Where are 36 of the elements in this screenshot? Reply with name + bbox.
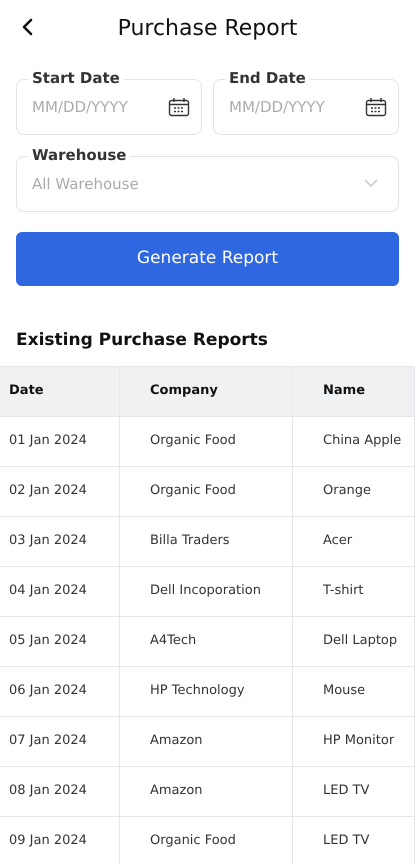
table-cell: Dell Incoporation	[120, 566, 293, 616]
table-cell: Organic Food	[120, 466, 293, 516]
table-cell: China Apple	[293, 416, 415, 466]
table-cell: 02 Jan 2024	[0, 466, 120, 516]
column-header: Date	[0, 366, 120, 416]
table-cell: LED TV	[293, 766, 415, 816]
table-cell: Organic Food	[120, 416, 293, 466]
table-cell: HP Technology	[120, 666, 293, 716]
table-cell: A4Tech	[120, 616, 293, 666]
table-cell: Amazon	[120, 766, 293, 816]
chevron-down-icon	[364, 179, 378, 188]
table-cell: 06 Jan 2024	[0, 666, 120, 716]
section-title: Existing Purchase Reports	[15, 329, 269, 352]
table-cell: Orange	[293, 466, 415, 516]
calendar-icon[interactable]	[365, 97, 387, 117]
table-cell: Organic Food	[120, 816, 293, 865]
table-cell: LED TV	[293, 816, 415, 865]
table-cell: Mouse	[293, 666, 415, 716]
table-cell: 04 Jan 2024	[0, 566, 120, 616]
table-cell: 09 Jan 2024	[0, 816, 120, 865]
table-cell: 07 Jan 2024	[0, 716, 120, 766]
column-header: Name	[293, 366, 415, 416]
table-cell: Billa Traders	[120, 516, 293, 566]
table-cell: HP Monitor	[293, 716, 415, 766]
table-cell: T-shirt	[293, 566, 415, 616]
table-cell: Dell Laptop	[293, 616, 415, 666]
calendar-icon[interactable]	[168, 97, 190, 117]
table-cell: 08 Jan 2024	[0, 766, 120, 816]
table-cell: Acer	[293, 516, 415, 566]
column-header: Company	[120, 366, 293, 416]
table-cell: Amazon	[120, 716, 293, 766]
table-cell: 03 Jan 2024	[0, 516, 120, 566]
page-title: Purchase Report	[118, 14, 298, 42]
generate-report-button[interactable]: Generate Report	[16, 232, 399, 286]
table-cell: 01 Jan 2024	[0, 416, 120, 466]
table-cell: 05 Jan 2024	[0, 616, 120, 666]
